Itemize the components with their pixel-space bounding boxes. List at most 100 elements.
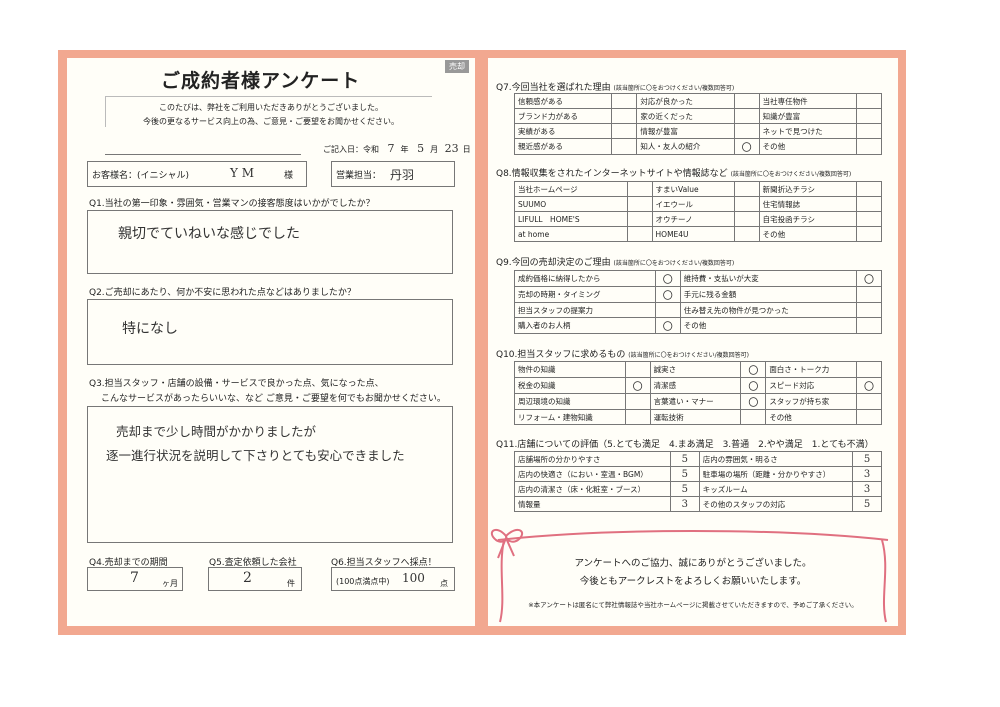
q10-mark[interactable] xyxy=(856,393,882,410)
q9-mark[interactable]: 〇 xyxy=(856,270,882,287)
q8-option: 住宅情報誌 xyxy=(758,196,858,212)
q9-mark[interactable] xyxy=(856,286,882,303)
q10-mark[interactable]: 〇 xyxy=(856,377,882,394)
q7-mark[interactable] xyxy=(856,138,882,155)
q11-score[interactable]: 5 xyxy=(669,481,700,497)
q9-title: Q9.今回の売却決定のご理由 xyxy=(496,258,611,268)
staff-label: 営業担当： xyxy=(336,171,382,181)
date-label: ご記入日：令和 xyxy=(323,145,379,154)
q11-score[interactable]: 3 xyxy=(852,481,882,497)
q7-mark[interactable] xyxy=(611,93,638,109)
q10-mark[interactable]: 〇 xyxy=(740,377,767,394)
q8-mark[interactable] xyxy=(733,181,760,197)
answer-5-box[interactable]: 2 件 xyxy=(208,567,302,591)
q8-mark[interactable] xyxy=(626,181,653,197)
q10-mark[interactable]: 〇 xyxy=(624,377,651,394)
left-panel: ご成約者様アンケート 売却 このたびは、弊社をご利用いただきありがとうございまし… xyxy=(67,58,475,626)
q9-option: 担当スタッフの提案力 xyxy=(514,302,656,318)
q7-mark[interactable] xyxy=(856,108,882,124)
q8-mark[interactable] xyxy=(733,196,760,212)
q7-mark[interactable]: 〇 xyxy=(733,138,760,155)
q9-option: 購入者のお人柄 xyxy=(514,317,656,334)
q8-mark[interactable] xyxy=(733,211,760,227)
q11-score[interactable]: 3 xyxy=(669,496,700,512)
table-row: at home HOME4U その他 xyxy=(514,226,882,242)
q9-mark[interactable] xyxy=(654,302,681,318)
q10-mark[interactable]: 〇 xyxy=(740,393,767,410)
q7-mark[interactable] xyxy=(733,93,760,109)
q7-option: 家の近くだった xyxy=(636,108,735,124)
customer-suffix: 様 xyxy=(284,171,294,181)
q7-mark[interactable] xyxy=(856,123,882,139)
q7-mark[interactable] xyxy=(611,123,638,139)
answer-1-box[interactable]: 親切でていねいな感じでした xyxy=(87,210,453,274)
answer-4-box[interactable]: 7 ヶ月 xyxy=(87,567,183,591)
q7-title: Q7.今回当社を選ばれた理由 xyxy=(496,83,611,93)
q7-option: 対応が良かった xyxy=(636,93,735,109)
closing-note: ※本アンケートは匿名にて弊社情報誌や当社ホームページに掲載させていただきますので… xyxy=(528,601,858,609)
question-1: Q1.当社の第一印象・雰囲気・営業マンの接客態度はいかがでしたか？ xyxy=(89,199,375,209)
table-row: 物件の知識 誠実さ〇 面白さ・トーク力 xyxy=(514,361,882,378)
q7-mark[interactable] xyxy=(611,108,638,124)
q11-score[interactable]: 5 xyxy=(669,466,700,482)
q11-score[interactable]: 3 xyxy=(852,466,882,482)
q10-mark[interactable] xyxy=(624,361,651,378)
q10-mark[interactable] xyxy=(624,409,651,425)
q9-mark[interactable]: 〇 xyxy=(654,270,681,287)
q9-option: 売却の時期・タイミング xyxy=(514,286,656,303)
answer-6-note: (100点満点中) xyxy=(336,577,390,586)
q7-mark[interactable] xyxy=(733,108,760,124)
q8-mark[interactable] xyxy=(856,211,882,227)
answer-3-box[interactable]: 売却まで少し時間がかかりましたが 逐一進行状況を説明して下さりとても安心できまし… xyxy=(87,406,453,543)
q8-mark[interactable] xyxy=(856,196,882,212)
q9-sub: (該当箇所に〇をおつけください/複数回答可) xyxy=(613,260,735,267)
q7-option: 知人・友人の紹介 xyxy=(636,138,735,155)
q10-option: 言葉遣い・マナー xyxy=(649,393,742,410)
q9-mark[interactable]: 〇 xyxy=(654,317,681,334)
q8-mark[interactable] xyxy=(733,226,760,242)
q7-option: 情報が豊富 xyxy=(636,123,735,139)
q8-mark[interactable] xyxy=(856,181,882,197)
q9-mark[interactable] xyxy=(856,317,882,334)
answer-2-box[interactable]: 特になし xyxy=(87,299,453,365)
q10-option: 清潔感 xyxy=(649,377,742,394)
date-day-unit: 日 xyxy=(462,145,471,154)
q11-item: キッズルーム xyxy=(698,481,854,497)
answer-6-box[interactable]: (100点満点中) 100 点 xyxy=(331,567,455,591)
q7-mark[interactable] xyxy=(856,93,882,109)
q10-mark[interactable]: 〇 xyxy=(740,361,767,378)
q9-mark[interactable]: 〇 xyxy=(654,286,681,303)
q8-option: オウチーノ xyxy=(651,211,735,227)
q7-mark[interactable] xyxy=(611,138,638,155)
q7-option: 当社専任物件 xyxy=(758,93,858,109)
q11-score[interactable]: 5 xyxy=(852,496,882,512)
table-row: リフォーム・建物知識 運転技術 その他 xyxy=(514,409,882,425)
q10-mark[interactable] xyxy=(856,409,882,425)
sales-staff-field[interactable]: 営業担当： 丹羽 xyxy=(331,161,455,187)
q8-table: 当社ホームページ すまいValue 新聞折込チラシ SUUMO イエウール 住宅… xyxy=(514,181,882,242)
question-3-line-2: こんなサービスがあったらいいな、など ご意見・ご要望を何でもお聞かせください。 xyxy=(101,394,446,404)
q11-score[interactable]: 5 xyxy=(852,451,882,467)
q10-option: スタッフが持ち家 xyxy=(765,393,857,410)
q8-mark[interactable] xyxy=(626,226,653,242)
q11-score[interactable]: 5 xyxy=(669,451,700,467)
ribbon-top xyxy=(497,530,889,541)
q11-title: Q11.店舗についての評価（5.とても満足 4.まあ満足 3.普通 2.やや満足… xyxy=(496,440,874,450)
date-year-unit: 年 xyxy=(400,145,409,154)
q10-mark[interactable] xyxy=(856,361,882,378)
answer-6-unit: 点 xyxy=(440,579,448,588)
table-row: 信頼感がある 対応が良かった 当社専任物件 xyxy=(513,93,882,109)
q10-option: その他 xyxy=(765,409,857,425)
answer-5: 2 xyxy=(243,570,252,586)
q10-mark[interactable] xyxy=(740,409,767,425)
q9-mark[interactable] xyxy=(856,302,882,318)
customer-name-field[interactable]: お客様名：(イニシャル) Y M 様 xyxy=(87,161,307,187)
table-row: ブランド力がある 家の近くだった 知識が豊富 xyxy=(513,108,882,124)
q8-mark[interactable] xyxy=(626,211,653,227)
q8-mark[interactable] xyxy=(856,226,882,242)
q8-mark[interactable] xyxy=(626,196,653,212)
q7-mark[interactable] xyxy=(733,123,760,139)
q10-mark[interactable] xyxy=(624,393,651,410)
date-month-unit: 月 xyxy=(430,145,439,154)
q7-table: 信頼感がある 対応が良かった 当社専任物件 ブランド力がある 家の近くだった 知… xyxy=(513,93,882,155)
